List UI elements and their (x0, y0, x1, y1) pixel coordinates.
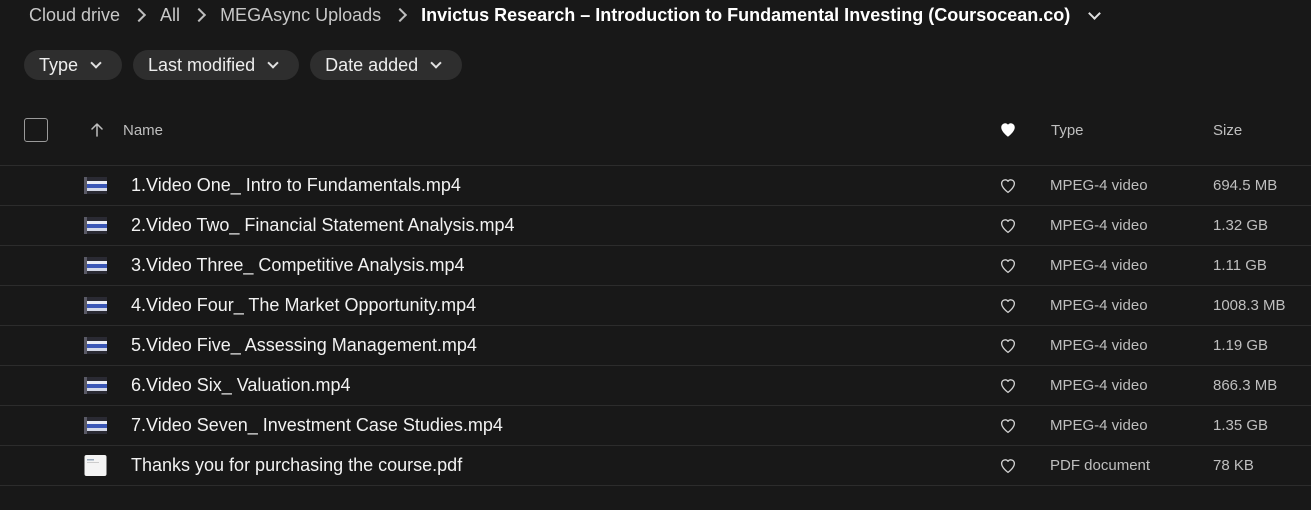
table-row[interactable]: 7.Video Seven_ Investment Case Studies.m… (0, 406, 1311, 446)
table-row[interactable]: 5.Video Five_ Assessing Management.mp4 MP… (0, 326, 1311, 366)
filter-date-added-label: Date added (325, 54, 419, 75)
video-thumbnail-icon (84, 257, 107, 274)
table-row[interactable]: 2.Video Two_ Financial Statement Analysi… (0, 206, 1311, 246)
table-row[interactable]: 1.Video One_ Intro to Fundamentals.mp4 MP… (0, 166, 1311, 206)
file-type: MPEG-4 video (1050, 177, 1148, 194)
breadcrumb-all[interactable]: All (160, 5, 180, 26)
breadcrumb-megasync-uploads[interactable]: MEGAsync Uploads (220, 5, 381, 26)
file-type: MPEG-4 video (1050, 297, 1148, 314)
file-name: 4.Video Four_ The Market Opportunity.mp4 (131, 295, 477, 315)
chevron-right-icon (191, 7, 207, 23)
filter-type-label: Type (39, 54, 79, 75)
cloud-drive-page: Cloud drive All MEGAsync Uploads Invictu… (0, 0, 1311, 510)
file-name: 7.Video Seven_ Investment Case Studies.m… (131, 415, 503, 435)
favourite-icon[interactable] (999, 337, 1017, 355)
chevron-right-icon (131, 7, 147, 23)
filter-type-button[interactable]: Type (24, 50, 123, 80)
table-row[interactable]: 6.Video Six_ Valuation.mp4 MPEG-4 video 86… (0, 366, 1311, 406)
file-name: 2.Video Two_ Financial Statement Analysi… (131, 215, 515, 235)
chevron-down-icon[interactable] (1088, 6, 1102, 20)
file-size: 1008.3 MB (1213, 297, 1286, 314)
video-thumbnail-icon (84, 297, 107, 314)
file-type: MPEG-4 video (1050, 257, 1148, 274)
favourite-icon[interactable] (999, 377, 1017, 395)
breadcrumb-cloud-drive[interactable]: Cloud drive (29, 5, 120, 26)
file-name: 3.Video Three_ Competitive Analysis.mp4 (131, 255, 465, 275)
breadcrumb: Cloud drive All MEGAsync Uploads Invictu… (29, 4, 1102, 26)
file-name: 5.Video Five_ Assessing Management.mp4 (131, 335, 477, 355)
favourite-icon[interactable] (999, 257, 1017, 275)
file-size: 1.32 GB (1213, 217, 1269, 234)
favourite-icon[interactable] (999, 297, 1017, 315)
table-row[interactable]: Thanks you for purchasing the course.pdf… (0, 446, 1311, 486)
file-type: MPEG-4 video (1050, 337, 1148, 354)
file-size: 78 KB (1213, 457, 1254, 474)
table-header: Name Type Size (0, 100, 1311, 166)
filter-last-modified-label: Last modified (148, 54, 256, 75)
pdf-thumbnail-icon (84, 455, 107, 476)
filter-bar: Type Last modified Date added (24, 50, 463, 80)
chevron-down-icon (430, 57, 442, 69)
video-thumbnail-icon (84, 177, 107, 194)
video-thumbnail-icon (84, 337, 107, 354)
chevron-down-icon (90, 57, 102, 69)
favourite-icon[interactable] (999, 217, 1017, 235)
file-name: 6.Video Six_ Valuation.mp4 (131, 375, 351, 395)
file-name: Thanks you for purchasing the course.pdf (131, 455, 463, 475)
chevron-down-icon (267, 57, 279, 69)
video-thumbnail-icon (84, 417, 107, 434)
column-header-name[interactable]: Name (123, 122, 163, 139)
file-type: MPEG-4 video (1050, 217, 1148, 234)
file-type: MPEG-4 video (1050, 417, 1148, 434)
file-type: PDF document (1050, 457, 1151, 474)
column-header-type[interactable]: Type (1051, 122, 1084, 139)
file-size: 694.5 MB (1213, 177, 1278, 194)
filter-date-added-button[interactable]: Date added (310, 50, 463, 80)
table-row[interactable]: 3.Video Three_ Competitive Analysis.mp4 M… (0, 246, 1311, 286)
filter-last-modified-button[interactable]: Last modified (133, 50, 300, 80)
favourite-icon[interactable] (999, 417, 1017, 435)
file-list: 1.Video One_ Intro to Fundamentals.mp4 MP… (0, 166, 1311, 486)
sort-ascending-icon[interactable] (89, 122, 105, 138)
favourite-icon[interactable] (999, 457, 1017, 475)
file-size: 1.19 GB (1213, 337, 1269, 354)
file-size: 1.35 GB (1213, 417, 1269, 434)
video-thumbnail-icon (84, 377, 107, 394)
column-header-size[interactable]: Size (1213, 122, 1242, 139)
file-size: 1.11 GB (1213, 257, 1267, 274)
breadcrumb-current-folder[interactable]: Invictus Research – Introduction to Fund… (421, 5, 1070, 26)
file-size: 866.3 MB (1213, 377, 1278, 394)
file-name: 1.Video One_ Intro to Fundamentals.mp4 (131, 175, 461, 195)
select-all-checkbox[interactable] (24, 118, 48, 142)
video-thumbnail-icon (84, 217, 107, 234)
chevron-right-icon (393, 7, 408, 23)
favourite-icon[interactable] (999, 177, 1017, 195)
file-type: MPEG-4 video (1050, 377, 1148, 394)
table-row[interactable]: 4.Video Four_ The Market Opportunity.mp4… (0, 286, 1311, 326)
favourite-filled-icon[interactable] (999, 121, 1017, 139)
